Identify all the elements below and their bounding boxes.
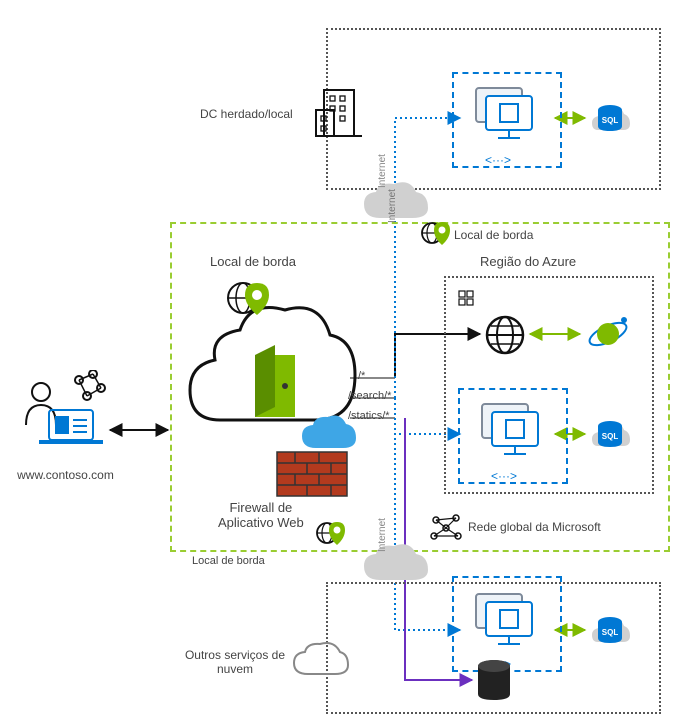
- storage-cylinder-icon: [474, 658, 514, 704]
- sql-db-icon-other: SQL: [588, 608, 632, 652]
- firewall-icon: [275, 450, 349, 498]
- az-tile-icon: [458, 290, 474, 306]
- cosmos-db-icon: [584, 310, 632, 358]
- ms-network-label: Rede global da Microsoft: [468, 520, 601, 534]
- globe-pin-icon-top: [225, 275, 271, 321]
- svg-text:SQL: SQL: [602, 628, 619, 637]
- edge-bottom-label: Local de borda: [192, 555, 265, 567]
- internet-cloud-bottom: [360, 540, 430, 588]
- route-root: /*: [358, 370, 365, 382]
- users-origin: [18, 370, 113, 453]
- cloud-outline-icon: [290, 640, 350, 680]
- azure-region-title: Região do Azure: [480, 254, 576, 269]
- vm-icon-azure: [478, 400, 550, 462]
- globe-pin-icon-inner: [315, 518, 345, 548]
- internet-cloud-top: Internet: [360, 178, 430, 226]
- users-icon: [21, 370, 111, 450]
- building-icon: [310, 82, 368, 140]
- edge-top-label: Local de borda: [210, 254, 296, 269]
- sql-db-icon-legacy: SQL: [588, 96, 632, 140]
- legacy-title: DC herdado/local: [200, 107, 293, 121]
- network-mesh-icon: [428, 510, 464, 546]
- sql-db-icon-azure: SQL: [588, 412, 632, 456]
- route-statics: /statics/*: [348, 410, 390, 422]
- other-cloud-title: Outros serviços de nuvem: [175, 648, 295, 676]
- scale-icon: <···>: [485, 153, 511, 167]
- svg-text:SQL: SQL: [602, 432, 619, 441]
- app-service-icon: [482, 312, 528, 358]
- svg-text:Internet: Internet: [387, 189, 398, 223]
- scale-icon-azure: <···>: [491, 469, 517, 483]
- vm-icon-legacy: [472, 84, 544, 146]
- waf-title: Firewall de Aplicativo Web: [218, 500, 304, 530]
- internet-label-top: Internet: [377, 154, 388, 188]
- users-url: www.contoso.com: [8, 468, 123, 482]
- svg-text:SQL: SQL: [602, 116, 619, 125]
- vm-icon-other: [472, 590, 544, 652]
- internet-label-bottom: Internet: [377, 518, 388, 552]
- route-search: /search/*: [348, 390, 391, 402]
- edge-pill-label: Local de borda: [454, 228, 533, 242]
